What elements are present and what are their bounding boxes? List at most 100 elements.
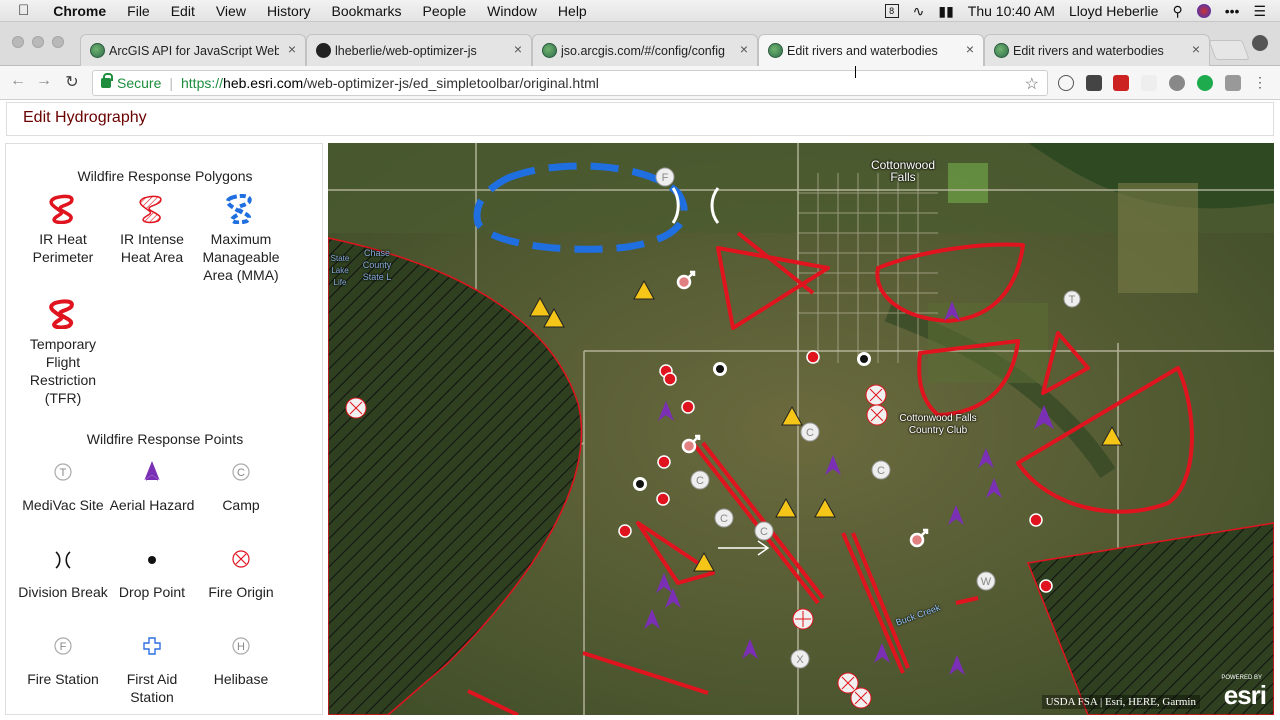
globe-icon <box>90 43 105 58</box>
extension-bolt-icon[interactable] <box>1141 75 1157 91</box>
legend-label: Division Break <box>18 584 108 600</box>
legend-label: IR Intense Heat Area <box>120 231 184 265</box>
legend-fire-station[interactable]: F Fire Station <box>18 634 108 688</box>
window-zoom-button[interactable] <box>52 36 64 48</box>
first-aid-icon <box>143 637 161 655</box>
tab-arcgis-api[interactable]: ArcGIS API for JavaScript Web × <box>80 34 306 66</box>
legend-fire-origin[interactable]: Fire Origin <box>196 547 286 601</box>
close-tab-icon[interactable]: × <box>514 41 522 57</box>
menubar-clock[interactable]: Thu 10:40 AM <box>968 3 1055 19</box>
map-attribution: USDA FSA | Esri, HERE, Garmin <box>1041 695 1200 709</box>
apple-menu-icon[interactable]:  <box>18 2 29 19</box>
secure-label: Secure <box>117 75 162 91</box>
medivac-icon: T <box>54 463 72 481</box>
extension-check-icon[interactable] <box>1113 75 1129 91</box>
tab-title: jso.arcgis.com/#/config/config <box>561 43 725 58</box>
address-bar[interactable]: Secure | https://heb.esri.com/web-optimi… <box>92 70 1048 96</box>
map-canvas[interactable]: F C C C C C T W X <box>328 143 1274 715</box>
globe-icon <box>768 43 783 58</box>
legend-label: Fire Station <box>27 671 99 687</box>
forward-arrow-icon[interactable]: → <box>34 72 54 90</box>
svg-text:C: C <box>720 513 728 525</box>
extension-new-icon[interactable] <box>1086 75 1102 91</box>
svg-text:W: W <box>981 576 992 588</box>
legend-camp[interactable]: C Camp <box>196 460 286 514</box>
fire-station-icon: F <box>54 637 72 655</box>
legend-mma[interactable]: Maximum Manageable Area (MMA) <box>196 194 286 284</box>
legend-medivac[interactable]: T MediVac Site <box>18 460 108 514</box>
menu-view[interactable]: View <box>216 3 246 19</box>
close-tab-icon[interactable]: × <box>740 41 748 57</box>
menu-history[interactable]: History <box>267 3 311 19</box>
esri-logo[interactable]: esri <box>1224 680 1267 711</box>
legend-aerial-hazard[interactable]: Aerial Hazard <box>107 460 197 514</box>
chrome-menu-icon[interactable]: ⋮ <box>1252 75 1268 91</box>
close-tab-icon[interactable]: × <box>966 41 974 57</box>
page-header: Edit Hydrography <box>6 102 1274 136</box>
svg-text:C: C <box>760 526 768 538</box>
wifi-icon[interactable]: ∿ <box>913 3 925 20</box>
country-club-label: Cottonwood Falls Country Club <box>899 413 977 436</box>
tfr-icon <box>49 299 74 329</box>
window-minimize-button[interactable] <box>32 36 44 48</box>
menu-file[interactable]: File <box>127 3 150 19</box>
tab-jso-config[interactable]: jso.arcgis.com/#/config/config × <box>532 34 758 66</box>
browser-tabbar: ArcGIS API for JavaScript Web × lheberli… <box>0 22 1280 66</box>
legend-helibase[interactable]: H Helibase <box>196 634 286 688</box>
menu-people[interactable]: People <box>423 3 467 19</box>
window-close-button[interactable] <box>12 36 24 48</box>
more-icon[interactable]: ••• <box>1225 3 1240 19</box>
back-arrow-icon[interactable]: ← <box>8 72 28 90</box>
aerial-hazard-icon <box>144 460 160 481</box>
extension-grammarly-icon[interactable] <box>1197 75 1213 91</box>
legend-panel: Wildfire Response Polygons IR Heat Perim… <box>5 143 323 715</box>
profile-avatar[interactable] <box>1252 35 1268 51</box>
info-extension-icon[interactable] <box>1058 75 1074 91</box>
legend-tfr[interactable]: Temporary Flight Restriction (TFR) <box>18 299 108 407</box>
battery-icon[interactable]: ▮▮ <box>938 3 953 20</box>
legend-label: Camp <box>222 497 260 513</box>
ir-heat-perimeter-icon <box>49 194 74 224</box>
github-icon <box>316 43 331 58</box>
notification-center-icon[interactable]: ☰ <box>1253 3 1266 20</box>
extension-box-icon[interactable] <box>1225 75 1241 91</box>
spotlight-search-icon[interactable]: ⚲ <box>1172 3 1182 20</box>
menubar-user[interactable]: Lloyd Heberlie <box>1069 3 1159 19</box>
tab-edit-rivers[interactable]: Edit rivers and waterbodies × <box>984 34 1210 66</box>
reload-icon[interactable]: ↻ <box>62 72 82 92</box>
points-heading: Wildfire Response Points <box>86 431 244 447</box>
bookmark-star-icon[interactable]: ☆ <box>1025 74 1039 94</box>
menu-bookmarks[interactable]: Bookmarks <box>332 3 402 19</box>
close-tab-icon[interactable]: × <box>288 41 296 57</box>
address-separator: | <box>169 75 173 91</box>
legend-drop-point[interactable]: Drop Point <box>107 547 197 601</box>
drop-point-icon <box>148 556 156 564</box>
legend-division-break[interactable]: Division Break <box>18 547 108 601</box>
legend-ir-intense-heat[interactable]: IR Intense Heat Area <box>107 194 197 266</box>
map-view[interactable]: F C C C C C T W X Cottonwood Falls Cotto… <box>328 143 1274 715</box>
legend-first-aid[interactable]: First Aid Station <box>107 634 197 706</box>
legend-label: Drop Point <box>118 584 186 600</box>
town-label: Cottonwood Falls <box>870 158 936 184</box>
globe-icon <box>542 43 557 58</box>
menu-app-chrome[interactable]: Chrome <box>53 3 106 19</box>
extension-gear-icon[interactable] <box>1169 75 1185 91</box>
browser-toolbar: ← → ↻ Secure | https://heb.esri.com/web-… <box>0 66 1280 100</box>
legend-ir-heat-perimeter[interactable]: IR Heat Perimeter <box>18 194 108 266</box>
close-tab-icon[interactable]: × <box>1192 41 1200 57</box>
tab-title: Edit rivers and waterbodies <box>1013 43 1164 58</box>
tab-github[interactable]: lheberlie/web-optimizer-js × <box>306 34 532 66</box>
menu-window[interactable]: Window <box>487 3 537 19</box>
globe-icon <box>994 43 1009 58</box>
siri-icon[interactable] <box>1196 4 1211 18</box>
new-tab-button[interactable] <box>1208 40 1250 60</box>
menu-help[interactable]: Help <box>558 3 587 19</box>
status-8-icon[interactable]: 8 <box>884 4 899 18</box>
svg-text:X: X <box>796 654 804 666</box>
svg-text:C: C <box>877 465 885 477</box>
tab-edit-rivers-active[interactable]: Edit rivers and waterbodies × <box>758 34 984 66</box>
tab-title: ArcGIS API for JavaScript Web <box>109 43 279 58</box>
menu-edit[interactable]: Edit <box>171 3 195 19</box>
svg-text:C: C <box>237 467 245 479</box>
svg-text:H: H <box>237 641 245 653</box>
